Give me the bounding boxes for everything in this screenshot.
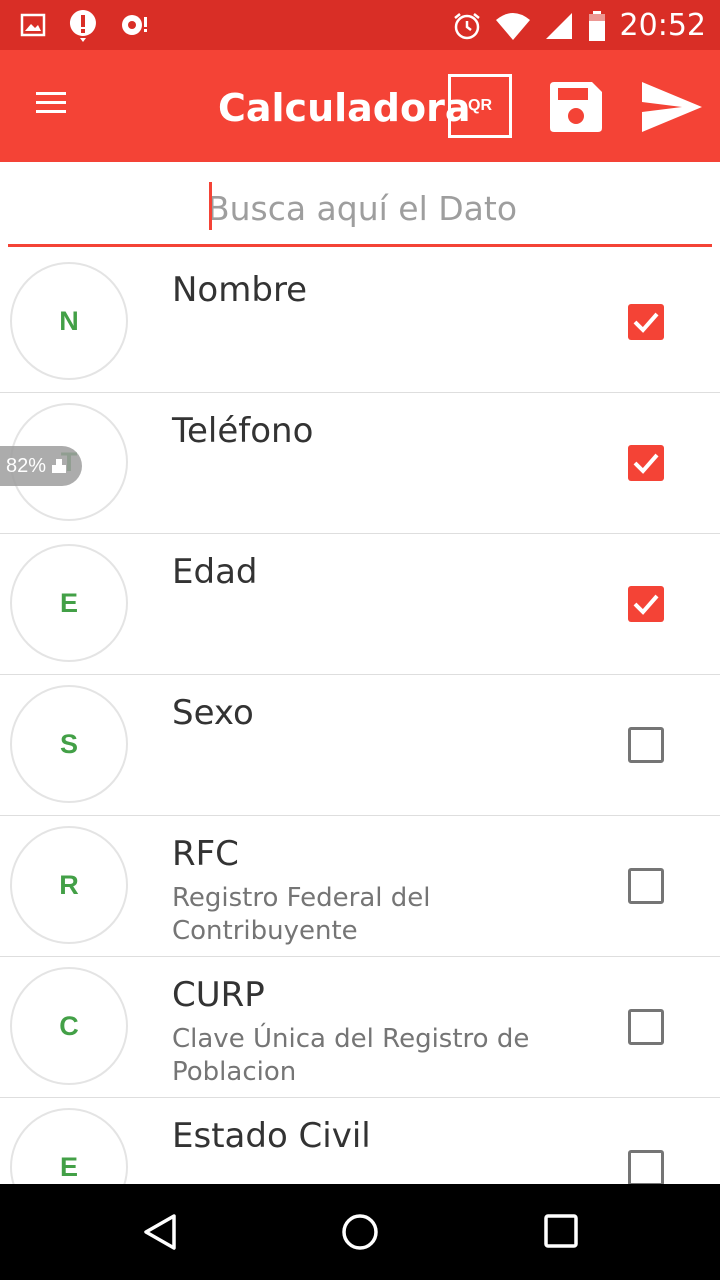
data-list: N Nombre T Teléfono E Edad S Sexo R RFC … xyxy=(0,252,720,1184)
avatar: C xyxy=(10,967,128,1085)
item-title: Edad xyxy=(172,552,258,592)
list-item[interactable]: N Nombre xyxy=(0,252,720,393)
floppy-icon xyxy=(550,82,602,132)
hamburger-line xyxy=(36,110,66,113)
avatar-initial: C xyxy=(59,1010,79,1041)
image-icon xyxy=(20,13,46,37)
item-checkbox[interactable] xyxy=(628,1009,664,1045)
status-bar: 20:52 xyxy=(0,0,720,50)
signal-icon xyxy=(545,12,572,39)
wifi-icon xyxy=(495,12,530,40)
avatar-initial: R xyxy=(59,869,79,900)
menu-button[interactable] xyxy=(36,86,76,126)
save-button[interactable] xyxy=(550,82,602,132)
qr-button[interactable]: QR xyxy=(448,74,512,138)
item-title: Teléfono xyxy=(172,411,314,451)
qr-label: QR xyxy=(468,97,492,114)
battery-overlay[interactable]: 82% xyxy=(0,446,82,486)
home-button[interactable] xyxy=(340,1212,380,1252)
item-title: Nombre xyxy=(172,270,308,310)
check-icon xyxy=(633,594,659,615)
avatar: E xyxy=(10,544,128,662)
list-item[interactable]: E Estado Civil xyxy=(0,1098,720,1184)
avatar-initial: N xyxy=(59,305,79,336)
hamburger-icon xyxy=(36,92,66,95)
avatar: E xyxy=(10,1108,128,1184)
alert-icon xyxy=(69,10,96,42)
recents-icon xyxy=(544,1214,578,1248)
app-bar: Calculadora QR xyxy=(0,50,720,162)
item-title: CURP xyxy=(172,975,265,1015)
battery-icon xyxy=(588,10,605,41)
item-title: Estado Civil xyxy=(172,1116,371,1156)
back-button[interactable] xyxy=(140,1212,180,1252)
recents-button[interactable] xyxy=(542,1212,582,1252)
cleaner-icon xyxy=(52,459,67,473)
item-checkbox[interactable] xyxy=(628,586,664,622)
search-input[interactable] xyxy=(8,182,716,234)
send-button[interactable] xyxy=(640,82,702,132)
navigation-bar xyxy=(0,1184,720,1280)
item-title: RFC xyxy=(172,834,239,874)
alarm-icon xyxy=(453,12,480,39)
sync-icon xyxy=(122,15,147,35)
list-item[interactable]: E Edad xyxy=(0,534,720,675)
avatar-initial: S xyxy=(59,728,78,759)
list-item[interactable]: T Teléfono xyxy=(0,393,720,534)
list-item[interactable]: R RFC Registro Federal del Contribuyente xyxy=(0,816,720,957)
item-checkbox[interactable] xyxy=(628,445,664,481)
check-icon xyxy=(633,312,659,333)
avatar: S xyxy=(10,685,128,803)
list-item[interactable]: C CURP Clave Única del Registro de Pobla… xyxy=(0,957,720,1098)
avatar-initial: E xyxy=(59,1151,78,1182)
home-icon xyxy=(342,1214,378,1250)
item-checkbox[interactable] xyxy=(628,304,664,340)
hamburger-line xyxy=(36,101,66,104)
avatar: R xyxy=(10,826,128,944)
item-subtitle: Registro Federal del Contribuyente xyxy=(172,883,431,946)
list-item[interactable]: S Sexo xyxy=(0,675,720,816)
search-field xyxy=(8,162,716,247)
back-icon xyxy=(144,1214,176,1250)
avatar-initial: E xyxy=(59,587,78,618)
check-icon xyxy=(633,453,659,474)
status-time: 20:52 xyxy=(619,8,706,43)
avatar: N xyxy=(10,262,128,380)
text-caret xyxy=(209,182,212,230)
send-icon xyxy=(642,82,702,132)
page-title: Calculadora xyxy=(218,86,471,130)
item-subtitle: Clave Única del Registro de Poblacion xyxy=(172,1024,530,1087)
battery-percent: 82% xyxy=(6,454,47,477)
item-checkbox[interactable] xyxy=(628,1150,664,1184)
item-title: Sexo xyxy=(172,693,254,733)
item-checkbox[interactable] xyxy=(628,727,664,763)
item-checkbox[interactable] xyxy=(628,868,664,904)
